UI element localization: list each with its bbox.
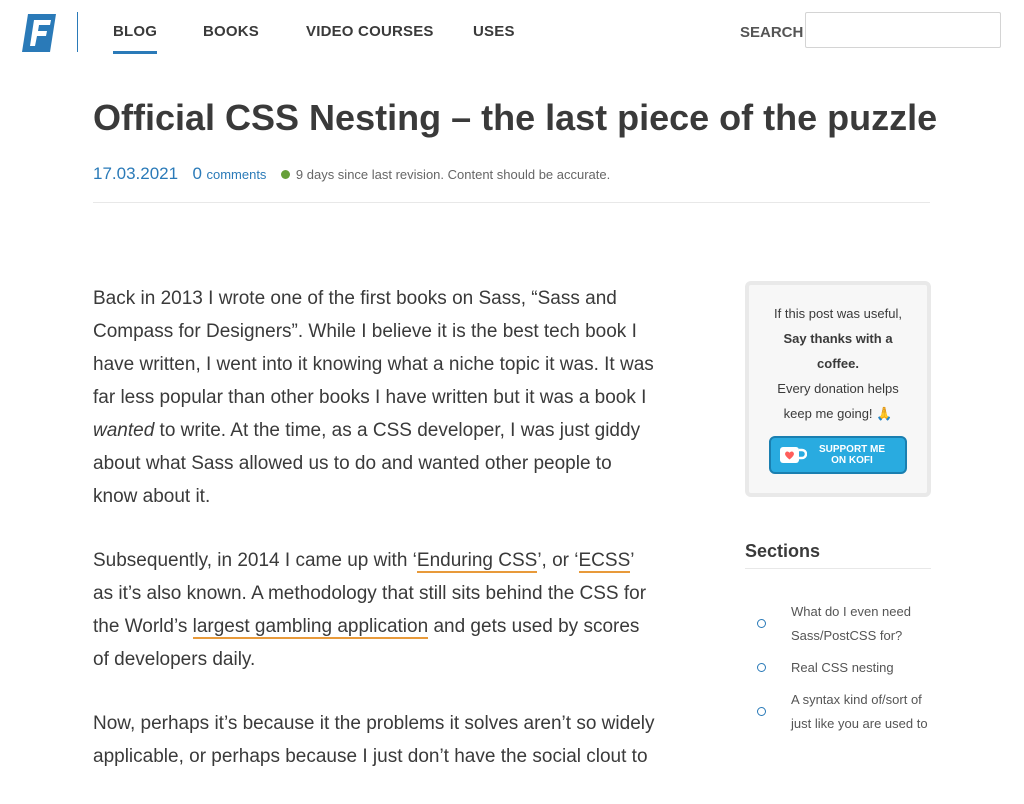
kofi-button-label: SUPPORT ME ON KOFI xyxy=(807,444,897,466)
sections-heading: Sections xyxy=(745,540,821,561)
meta-divider xyxy=(93,202,930,203)
toc-bullet-icon xyxy=(757,707,766,716)
enduring-css-link[interactable]: Enduring CSS xyxy=(416,550,538,573)
sections-toc: What do I even need Sass/PostCSS for? Re… xyxy=(745,600,931,744)
article-body: Back in 2013 I wrote one of the first bo… xyxy=(93,282,655,804)
toc-bullet-icon xyxy=(757,663,766,672)
paragraph-1-text-b: to write. At the time, as a CSS develope… xyxy=(93,420,641,507)
toc-item: What do I even need Sass/PostCSS for? xyxy=(745,600,931,648)
kofi-button-label-2: ON KOFI xyxy=(831,455,873,466)
emphasis-wanted: wanted xyxy=(93,420,155,441)
toc-bullet-icon xyxy=(757,619,766,628)
nav-item-books[interactable]: BOOKS xyxy=(203,22,259,42)
kofi-line-1: If this post was useful, xyxy=(774,306,902,321)
paragraph-1: Back in 2013 I wrote one of the first bo… xyxy=(93,282,655,513)
page-title: Official CSS Nesting – the last piece of… xyxy=(93,97,938,138)
comments-link[interactable]: 0 comments xyxy=(192,164,267,183)
nav-divider xyxy=(77,12,78,52)
kofi-text: If this post was useful, Say thanks with… xyxy=(763,301,913,426)
kofi-support-card: If this post was useful, Say thanks with… xyxy=(745,281,931,497)
paragraph-3: Now, perhaps it’s because it the problem… xyxy=(93,707,655,773)
post-meta: 17.03.2021 0 comments 9 days since last … xyxy=(93,164,610,188)
paragraph-2: Subsequently, in 2014 I came up with ‘En… xyxy=(93,544,655,676)
toc-link-syntax[interactable]: A syntax kind of/sort of just like you a… xyxy=(791,688,931,736)
ecss-link[interactable]: ECSS xyxy=(578,550,631,573)
comment-count: 0 xyxy=(192,164,203,183)
post-date-link[interactable]: 17.03.2021 xyxy=(93,164,178,183)
toc-item: A syntax kind of/sort of just like you a… xyxy=(745,688,931,736)
support-kofi-button[interactable]: SUPPORT ME ON KOFI xyxy=(769,436,907,474)
comments-label: comments xyxy=(206,167,267,182)
paragraph-2-text-b: ’, or ‘ xyxy=(537,550,579,571)
nav-item-video-courses[interactable]: VIDEO COURSES xyxy=(306,22,434,42)
sections-divider xyxy=(745,568,931,569)
search-input[interactable] xyxy=(805,12,1001,48)
paragraph-3-text-a: Now, perhaps it’s because it the problem… xyxy=(93,713,655,767)
kofi-line-2: Say thanks with a coffee. xyxy=(763,326,913,376)
kofi-line-3: Every donation helps keep me going! 🙏 xyxy=(777,381,899,421)
toc-link-sass-postcss[interactable]: What do I even need Sass/PostCSS for? xyxy=(791,600,931,648)
nav-item-blog[interactable]: BLOG xyxy=(113,22,158,54)
revision-status: 9 days since last revision. Content shou… xyxy=(295,167,611,182)
gambling-application-link[interactable]: largest gambling application xyxy=(192,616,429,639)
paragraph-1-text-a: Back in 2013 I wrote one of the first bo… xyxy=(93,288,654,408)
toc-link-real-css-nesting[interactable]: Real CSS nesting xyxy=(791,656,931,680)
kofi-line-2-bold: Say thanks with a coffee. xyxy=(783,331,893,371)
site-logo-icon[interactable] xyxy=(20,14,60,52)
paragraph-2-text-a: Subsequently, in 2014 I came up with ‘ xyxy=(93,550,417,571)
revision-status-dot-icon xyxy=(280,169,290,179)
nav-item-uses[interactable]: USES xyxy=(473,22,515,42)
kofi-button-label-1: SUPPORT ME xyxy=(818,444,886,455)
kofi-cup-icon xyxy=(779,445,808,465)
search-label: SEARCH xyxy=(740,24,804,41)
toc-item: Real CSS nesting xyxy=(745,656,931,680)
